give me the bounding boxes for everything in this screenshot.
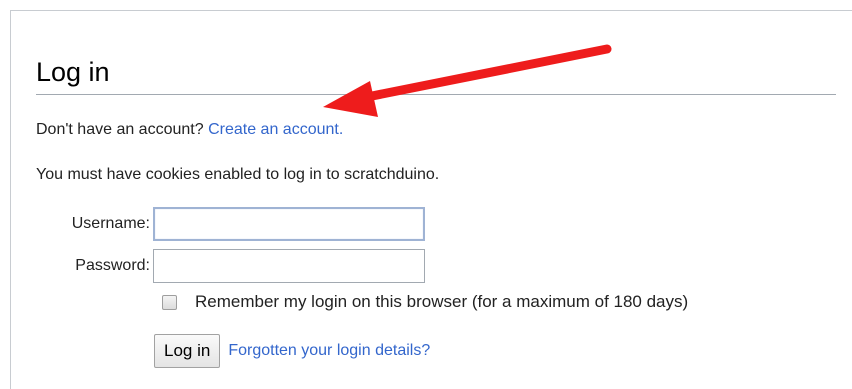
login-button[interactable]: Log in [154,334,221,368]
submit-row: Log in Forgotten your login details? [154,334,430,368]
remember-me-row: Remember my login on this browser (for a… [162,292,688,312]
password-label: Password: [75,257,150,274]
title-divider [36,94,836,95]
create-account-link[interactable]: Create an account. [208,121,343,138]
password-row: Password: [36,248,425,284]
username-label: Username: [71,215,150,232]
no-account-text: Don't have an account? [36,121,204,138]
forgot-login-link[interactable]: Forgotten your login details? [228,342,430,360]
remember-checkbox[interactable] [162,294,177,310]
account-prompt: Don't have an account? Create an account… [36,120,343,140]
remember-label[interactable]: Remember my login on this browser (for a… [195,292,688,312]
login-panel [10,10,852,389]
password-field[interactable] [153,249,425,283]
username-field[interactable] [153,207,425,241]
cookies-notice: You must have cookies enabled to log in … [36,166,440,183]
username-row: Username: [36,206,425,242]
page-title: Log in [36,57,110,87]
